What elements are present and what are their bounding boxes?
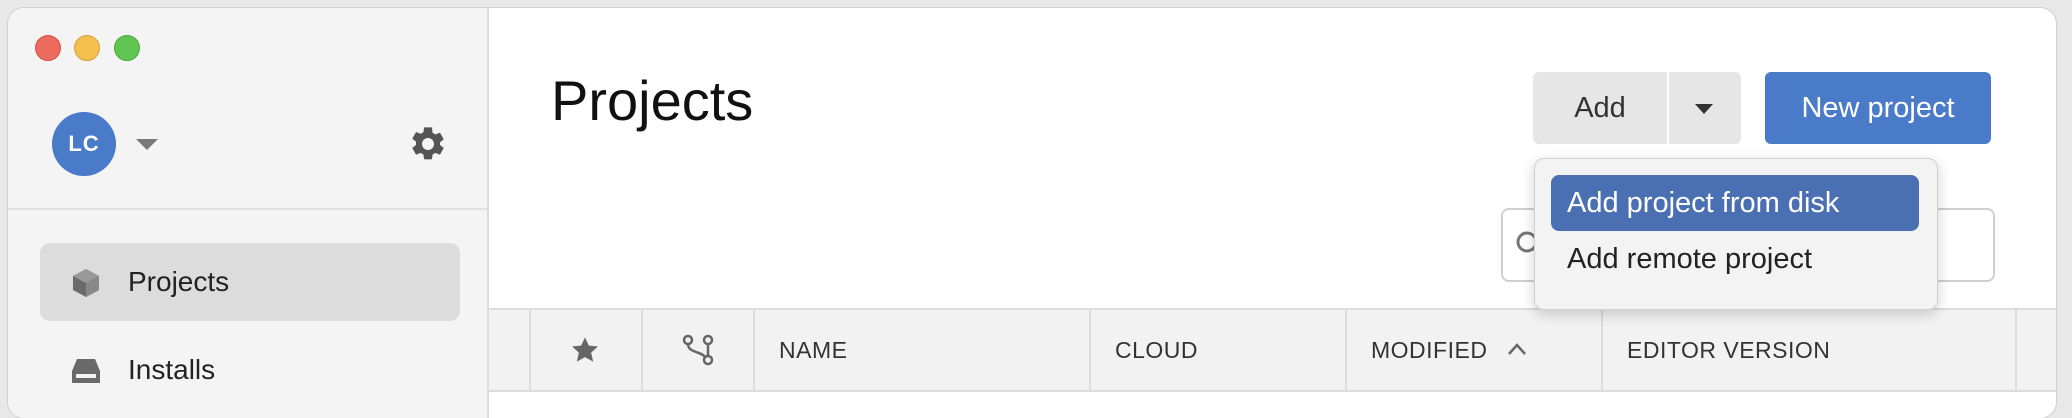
column-header-editor-version[interactable]: EDITOR VERSION xyxy=(1601,310,2015,390)
app-window: LC Projects Installs Projects Add New pr… xyxy=(8,8,2056,418)
branch-icon xyxy=(682,334,714,366)
new-project-button[interactable]: New project xyxy=(1765,72,1991,144)
column-header-spacer xyxy=(2015,310,2056,390)
add-dropdown-menu: Add project from disk Add remote project xyxy=(1534,158,1938,310)
avatar[interactable]: LC xyxy=(52,112,116,176)
column-header-modified[interactable]: MODIFIED xyxy=(1345,310,1601,390)
menu-item-add-project-from-disk[interactable]: Add project from disk xyxy=(1551,175,1919,231)
main-content: Projects Add New project Add project fro… xyxy=(489,8,2056,418)
add-dropdown-toggle[interactable] xyxy=(1669,72,1741,144)
star-icon xyxy=(572,337,598,362)
favorite-column-header[interactable] xyxy=(529,310,641,390)
chevron-down-icon xyxy=(1695,104,1713,114)
gear-icon[interactable] xyxy=(408,124,448,164)
vcs-column-header[interactable] xyxy=(641,310,753,390)
sidebar-item-projects[interactable]: Projects xyxy=(40,243,460,321)
table-header: NAME CLOUD MODIFIED EDITOR VERSION xyxy=(489,308,2056,392)
menu-item-add-remote-project[interactable]: Add remote project xyxy=(1551,231,1919,287)
column-label: EDITOR VERSION xyxy=(1627,336,1831,363)
column-header-cloud[interactable]: CLOUD xyxy=(1089,310,1345,390)
sidebar: LC Projects Installs xyxy=(8,8,489,418)
sidebar-item-installs[interactable]: Installs xyxy=(40,331,460,409)
add-button[interactable]: Add xyxy=(1533,72,1667,144)
sidebar-item-label: Installs xyxy=(128,354,216,385)
chevron-up-icon xyxy=(1508,343,1526,355)
sidebar-item-label: Projects xyxy=(128,266,230,297)
cube-icon xyxy=(73,269,99,297)
close-window-button[interactable] xyxy=(35,35,61,61)
zoom-window-button[interactable] xyxy=(114,35,140,61)
sidebar-divider xyxy=(8,208,487,210)
page-title: Projects xyxy=(551,69,754,132)
column-label: NAME xyxy=(779,336,848,363)
account-caret-down-icon[interactable] xyxy=(136,139,158,150)
column-header-name[interactable]: NAME xyxy=(753,310,1089,390)
drive-icon xyxy=(72,359,100,383)
column-label: MODIFIED xyxy=(1371,336,1488,363)
column-label: CLOUD xyxy=(1115,336,1199,363)
minimize-window-button[interactable] xyxy=(74,35,100,61)
